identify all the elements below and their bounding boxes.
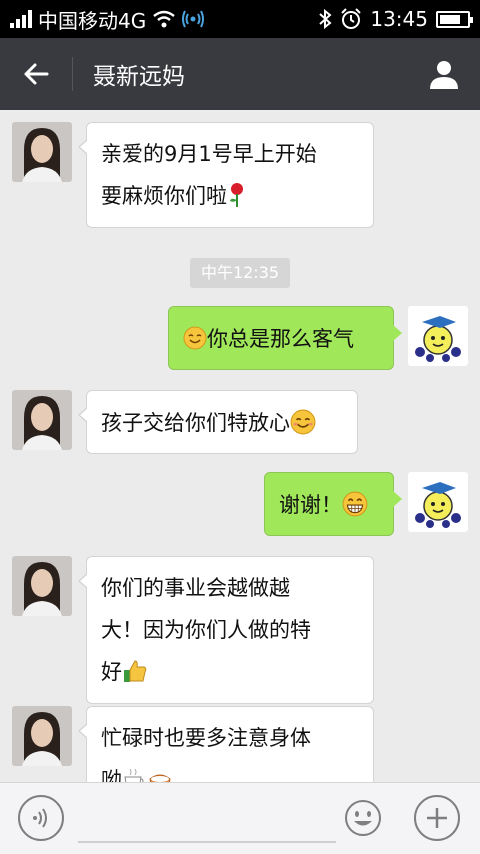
message-text: 大！因为你们人做的特 [101,618,311,642]
message-received: 孩子交给你们特放心 [12,390,358,454]
message-sent: 你总是那么客气 [168,306,468,370]
thumbs-up-emoji-icon [122,651,148,693]
message-text: 忙碌时也要多注意身体 [101,726,311,750]
message-bubble[interactable]: 孩子交给你们特放心 [78,390,358,454]
contact-avatar[interactable] [12,706,72,766]
my-avatar[interactable] [408,306,468,366]
contact-avatar[interactable] [12,390,72,450]
person-icon [430,61,458,89]
message-text: 谢谢！ [279,493,342,517]
message-bubble[interactable]: 谢谢！ [264,472,402,536]
message-text: 孩子交给你们特放心 [101,411,290,435]
message-text: 要麻烦你们啦 [101,184,227,208]
message-input[interactable] [78,841,336,843]
contact-avatar[interactable] [12,556,72,616]
message-sent: 谢谢！ [264,472,468,536]
timestamp: 中午12:35 [190,258,290,288]
more-button[interactable] [414,795,460,841]
message-received: 忙碌时也要多注意身体 呦 [12,706,374,782]
message-text: 你们的事业会越做越 [101,576,290,600]
my-avatar[interactable] [408,472,468,532]
message-text: 你总是那么客气 [207,327,354,351]
message-bubble[interactable]: 你总是那么客气 [168,306,402,370]
signal-icon [10,10,32,28]
coffee-emoji-icon [122,759,172,782]
grin-emoji-icon [342,483,368,527]
message-text: 好 [101,660,122,684]
chat-area[interactable]: 亲爱的9月1号早上开始 要麻烦你们啦 中午12:35 你总是那么客气 孩子交给你… [0,110,480,782]
plus-icon [427,808,447,828]
voice-button[interactable] [18,795,64,841]
bluetooth-icon [319,9,332,29]
message-text: 亲爱的9月1号早上开始 [101,142,317,166]
message-bubble[interactable]: 忙碌时也要多注意身体 呦 [78,706,374,782]
back-button[interactable] [0,38,72,110]
voice-icon [33,808,47,828]
message-received: 你们的事业会越做越 大！因为你们人做的特 好 [12,556,374,704]
contact-avatar[interactable] [12,122,72,182]
clock: 13:45 [370,7,428,31]
chat-header: 聂新远妈 [0,38,480,110]
message-bubble[interactable]: 你们的事业会越做越 大！因为你们人做的特 好 [78,556,374,704]
battery-icon [436,10,473,28]
alarm-icon [341,8,362,29]
message-received: 亲爱的9月1号早上开始 要麻烦你们啦 [12,122,374,228]
carrier-label: 中国移动4G [38,8,147,33]
emoji-button[interactable] [340,795,386,841]
chat-title: 聂新远妈 [93,64,185,90]
input-bar [0,782,480,854]
smile-emoji-icon [183,317,207,361]
message-bubble[interactable]: 亲爱的9月1号早上开始 要麻烦你们啦 [78,122,374,228]
status-bar: 中国移动4G 13:45 [0,0,480,38]
rose-emoji-icon [227,175,247,217]
emoji-face-icon [345,800,381,836]
contact-info-button[interactable] [408,38,480,110]
message-text: 呦 [101,768,122,782]
header-divider [72,57,73,91]
wifi-icon [153,10,176,28]
back-arrow-icon [24,63,49,85]
blush-emoji-icon [290,401,316,445]
hotspot-icon [182,10,205,28]
